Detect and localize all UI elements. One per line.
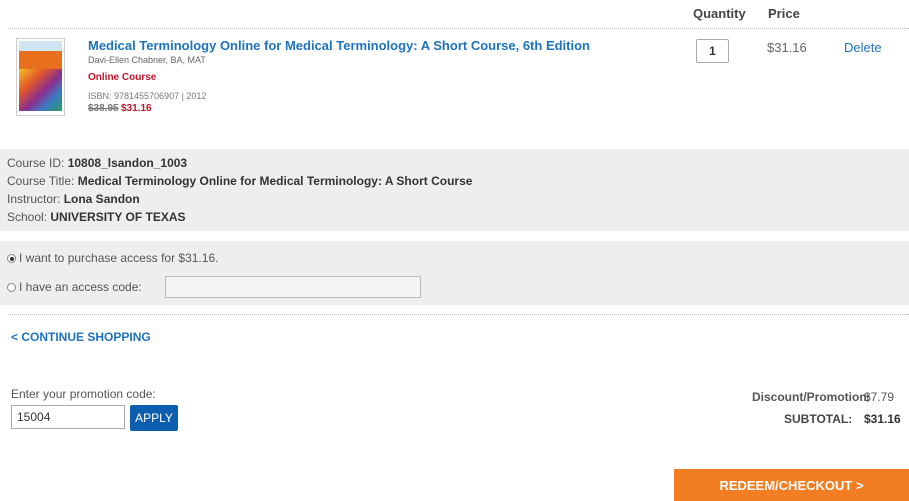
delete-link[interactable]: Delete — [844, 40, 882, 55]
promo-code-input[interactable] — [11, 405, 125, 429]
quantity-input[interactable] — [696, 39, 729, 63]
purchase-access-radio[interactable] — [7, 254, 16, 263]
discount-value: $7.79 — [864, 390, 895, 404]
product-isbn: ISBN: 9781455706907 | 2012 — [88, 91, 207, 101]
product-type: Online Course — [88, 72, 157, 83]
subtotal-value: $31.16 — [864, 412, 901, 426]
quantity-header: Quantity — [693, 6, 746, 21]
course-id: Course ID: 10808_lsandon_1003 — [7, 156, 188, 170]
continue-shopping-link[interactable]: < CONTINUE SHOPPING — [11, 330, 151, 344]
product-thumbnail[interactable] — [16, 38, 65, 116]
discount-label: Discount/Promotion: — [752, 390, 871, 404]
course-info-panel: Course ID: 10808_lsandon_1003 Course Tit… — [0, 149, 909, 231]
purchase-access-label[interactable]: I want to purchase access for $31.16. — [19, 251, 218, 265]
item-price: $31.16 — [767, 40, 807, 55]
access-code-input[interactable] — [165, 276, 421, 298]
course-instructor: Instructor: Lona Sandon — [7, 192, 140, 206]
access-code-label[interactable]: I have an access code: — [19, 280, 142, 294]
apply-button[interactable]: APPLY — [130, 405, 178, 431]
access-code-radio[interactable] — [7, 283, 16, 292]
original-price: $38.95 — [88, 103, 119, 114]
subtotal-label: SUBTOTAL: — [784, 412, 853, 426]
course-school: School: UNIVERSITY OF TEXAS — [7, 210, 186, 224]
product-author: Davi-Ellen Chabner, BA, MAT — [88, 55, 206, 65]
divider — [8, 314, 909, 315]
redeem-checkout-button[interactable]: REDEEM/CHECKOUT > — [674, 469, 909, 501]
course-title: Course Title: Medical Terminology Online… — [7, 174, 473, 188]
product-title[interactable]: Medical Terminology Online for Medical T… — [88, 38, 590, 53]
promo-code-label: Enter your promotion code: — [11, 387, 156, 401]
price-header: Price — [768, 6, 800, 21]
divider — [8, 28, 909, 29]
sale-price: $31.16 — [121, 103, 152, 114]
